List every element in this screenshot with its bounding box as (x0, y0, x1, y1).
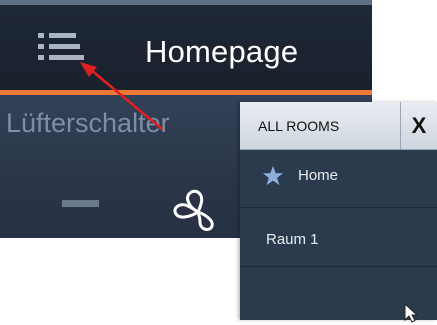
room-item-label: Home (298, 167, 339, 184)
room-item-home[interactable]: Home (240, 149, 437, 208)
close-button[interactable]: X (401, 102, 437, 149)
room-item-label: Raum 1 (266, 231, 319, 248)
mouse-cursor-icon (404, 303, 419, 323)
hamburger-menu-icon[interactable] (38, 33, 84, 69)
page-title: Homepage (145, 34, 299, 69)
fan-icon[interactable] (168, 188, 228, 232)
star-icon (262, 165, 284, 186)
close-icon: X (411, 112, 427, 138)
rooms-header: ALL ROOMS X (240, 102, 437, 150)
header-bar: Homepage (0, 0, 372, 90)
room-item-raum-1[interactable]: Raum 1 (240, 208, 437, 267)
fan-switch-label: Lüfterschalter (6, 108, 170, 138)
header-top-edge (0, 0, 372, 5)
minus-button[interactable] (62, 200, 99, 207)
rooms-dropdown: ALL ROOMS X Home Raum 1 (240, 102, 437, 320)
rooms-title: ALL ROOMS (258, 118, 340, 134)
